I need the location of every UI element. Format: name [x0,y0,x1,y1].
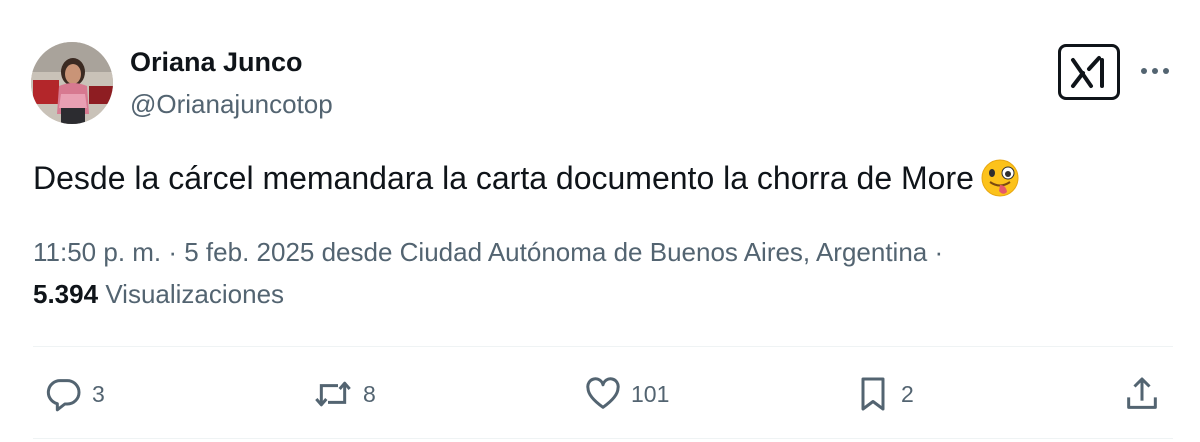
winking-face-with-tongue-icon [980,158,1020,198]
repost-count: 8 [363,380,376,407]
avatar-image [31,42,113,124]
tweet-timestamp-location[interactable]: 11:50 p. m. · 5 feb. 2025 desde Ciudad A… [33,237,927,267]
tweet-meta: 11:50 p. m. · 5 feb. 2025 desde Ciudad A… [33,231,993,315]
tweet-body: Desde la cárcel memandara la carta docum… [33,160,974,196]
bookmark-icon [861,377,885,411]
reply-button[interactable]: 3 [44,374,105,414]
more-options-button[interactable] [1138,58,1172,84]
reply-count: 3 [92,380,105,407]
repost-button[interactable]: 8 [311,374,376,414]
author-handle[interactable]: @Orianajuncotop [130,86,333,122]
tweet-text: Desde la cárcel memandara la carta docum… [33,153,1020,203]
grok-button[interactable] [1058,44,1120,100]
divider [33,438,1173,439]
views-label: Visualizaciones [105,279,285,309]
more-dots-icon [1141,68,1169,74]
divider [33,346,1173,347]
reply-icon [46,379,81,412]
bookmark-count: 2 [901,380,914,407]
meta-separator: · [927,237,944,267]
tweet-card: Oriana Junco @Orianajuncotop Desde la cá… [0,0,1200,442]
share-button[interactable] [1122,374,1162,414]
bookmark-button[interactable]: 2 [853,374,914,414]
action-bar: 3 8 101 2 [0,362,1200,426]
views-count: 5.394 [33,279,99,309]
grok-icon [1071,56,1104,88]
author-name[interactable]: Oriana Junco [130,44,303,80]
heart-icon [586,377,620,409]
share-icon [1127,377,1157,409]
like-button[interactable]: 101 [583,374,669,414]
repost-icon [315,381,351,407]
like-count: 101 [631,380,670,407]
avatar[interactable] [31,42,113,124]
